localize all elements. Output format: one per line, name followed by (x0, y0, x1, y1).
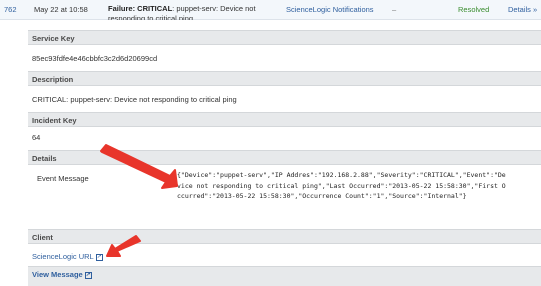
red-arrow-event-message (100, 144, 178, 189)
annotation-arrows (100, 144, 178, 257)
red-arrow-client-link (106, 235, 141, 257)
